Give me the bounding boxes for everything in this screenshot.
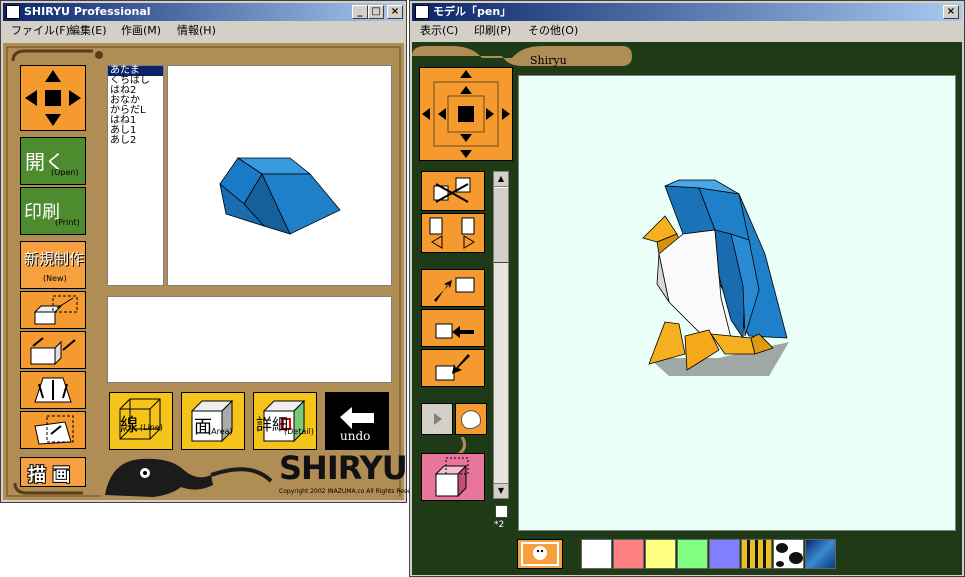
open-button[interactable]: 開く (Open) — [20, 137, 86, 185]
parts-list[interactable]: あたま くちばし はね2 おなか からだL はね1 あし1 あし2 — [107, 65, 164, 286]
swap-cubes-icon — [433, 177, 471, 203]
part-preview-canvas[interactable] — [167, 65, 392, 286]
arrow-pad-icon — [25, 70, 81, 126]
move-lr-icon — [429, 217, 475, 249]
color-swatch-yellow[interactable] — [645, 539, 676, 569]
maximize-button[interactable]: □ — [368, 5, 384, 19]
scale-icon — [30, 337, 76, 366]
move-horizontal-button[interactable] — [421, 213, 485, 253]
area-sublabel: (Area) — [208, 427, 233, 436]
detail-button[interactable]: 詳細 (Detail) — [253, 392, 317, 450]
detail-sublabel: (Detail) — [284, 427, 314, 436]
shiryu-main-window: SHIRYU Professional _ □ × ファイル(F) 編集(E) … — [0, 0, 424, 503]
open-sublabel: (Open) — [51, 168, 79, 177]
minimize-button[interactable]: _ — [352, 5, 368, 19]
swap-view-button[interactable] — [421, 171, 485, 211]
menu-other[interactable]: その他(O) — [528, 22, 578, 40]
color-cube-icon — [434, 457, 469, 498]
character-button[interactable] — [517, 539, 563, 569]
scroll-thumb[interactable] — [494, 187, 508, 263]
logo-text: SHIRYU — [279, 449, 408, 487]
taper-tool-button[interactable] — [20, 371, 86, 409]
view-arrow-pad-icon — [422, 70, 510, 158]
menu-print[interactable]: 印刷(P) — [474, 22, 511, 40]
menu-draw[interactable]: 作画(M) — [121, 22, 161, 40]
logo-area: SHIRYU Copyright 2002 INAZUMA.co All Rig… — [101, 449, 424, 499]
play-button[interactable] — [421, 403, 453, 435]
close-button[interactable]: × — [387, 5, 403, 19]
new-label: 新規制作 — [24, 250, 85, 268]
undo-button[interactable]: undo — [325, 392, 389, 450]
scroll-down-arrow[interactable]: ▼ — [494, 483, 508, 498]
line-sublabel: (Line) — [140, 423, 163, 432]
right-window-title: モデル「pen」 — [433, 5, 512, 18]
play-icon — [434, 413, 442, 425]
option-checkbox[interactable] — [495, 505, 508, 518]
solid-cube-icon — [190, 399, 234, 443]
model-window: モデル「pen」 × 表示(C) 印刷(P) その他(O) Shiryu ▲ ▼… — [409, 0, 965, 577]
menu-edit[interactable]: 編集(E) — [69, 22, 107, 40]
area-button[interactable]: 面 (Area) — [181, 392, 245, 450]
texture-swatch-tiger[interactable] — [741, 539, 772, 569]
menu-view[interactable]: 表示(C) — [420, 22, 458, 40]
menu-file[interactable]: ファイル(F) — [11, 22, 70, 40]
menu-info[interactable]: 情報(H) — [177, 22, 216, 40]
vertical-scrollbar[interactable]: ▲ ▼ — [493, 171, 509, 499]
cut-tool-button[interactable] — [20, 411, 86, 449]
color-swatch-pink[interactable] — [613, 539, 644, 569]
color-swatch-white[interactable] — [581, 539, 612, 569]
taper-icon — [34, 377, 72, 403]
left-window-title: SHIRYU Professional — [24, 5, 151, 18]
penguin-model-render — [642, 179, 789, 376]
move-front-button[interactable] — [421, 349, 485, 387]
right-menu-bar: 表示(C) 印刷(P) その他(O) — [412, 22, 962, 40]
move-back-button[interactable] — [421, 269, 485, 307]
part-detail-area[interactable] — [107, 296, 392, 383]
penguin-thumbnail-button[interactable] — [455, 403, 487, 435]
arrow-up-right-icon — [434, 277, 475, 302]
box-tool-button[interactable] — [20, 291, 86, 329]
cow-pattern-icon — [776, 543, 803, 567]
move-left-button[interactable] — [421, 309, 485, 347]
color-swatch-blue[interactable] — [709, 539, 740, 569]
direction-pad[interactable] — [20, 65, 86, 131]
model-view-canvas[interactable] — [518, 75, 956, 531]
draw-button[interactable]: 描 画 — [20, 457, 86, 487]
print-sublabel: (Print) — [55, 218, 80, 227]
character-icon — [521, 542, 559, 566]
texture-swatch-cow[interactable] — [773, 539, 804, 569]
model-window-icon — [415, 5, 429, 19]
right-title-bar[interactable]: モデル「pen」 × — [412, 3, 962, 21]
draw-label: 描 画 — [28, 465, 71, 486]
model-close-button[interactable]: × — [943, 5, 959, 19]
new-sublabel: (New) — [43, 274, 67, 283]
left-menu-bar: ファイル(F) 編集(E) 作画(M) 情報(H) — [3, 22, 404, 40]
color-swatch-green[interactable] — [677, 539, 708, 569]
app-icon — [6, 5, 20, 19]
cut-icon — [34, 415, 74, 445]
option-checkbox-label: *2 — [494, 520, 505, 530]
penguin-thumb-icon — [461, 410, 481, 429]
left-title-bar[interactable]: SHIRYU Professional _ □ × — [3, 3, 404, 21]
parts-list-item[interactable]: あし2 — [108, 136, 163, 146]
arrow-down-left-icon — [435, 354, 470, 381]
color-select-button[interactable] — [421, 453, 485, 501]
scale-tool-button[interactable] — [20, 331, 86, 369]
copyright-text: Copyright 2002 INAZUMA.co All Rights Res… — [279, 488, 425, 495]
line-button[interactable]: 線 (Line) — [109, 392, 173, 450]
arrow-left-icon — [435, 323, 474, 339]
texture-swatch-water[interactable] — [805, 539, 836, 569]
part-shape-preview — [219, 157, 341, 235]
new-model-button[interactable]: 新規制作 (New) — [20, 241, 86, 289]
box-select-icon — [33, 295, 78, 325]
line-label: 線 — [120, 415, 138, 436]
banner-text: Shiryu — [530, 54, 567, 67]
view-direction-pad[interactable] — [419, 67, 513, 161]
undo-label: undo — [340, 429, 371, 443]
scroll-up-arrow[interactable]: ▲ — [494, 172, 508, 187]
print-button[interactable]: 印刷 (Print) — [20, 187, 86, 235]
